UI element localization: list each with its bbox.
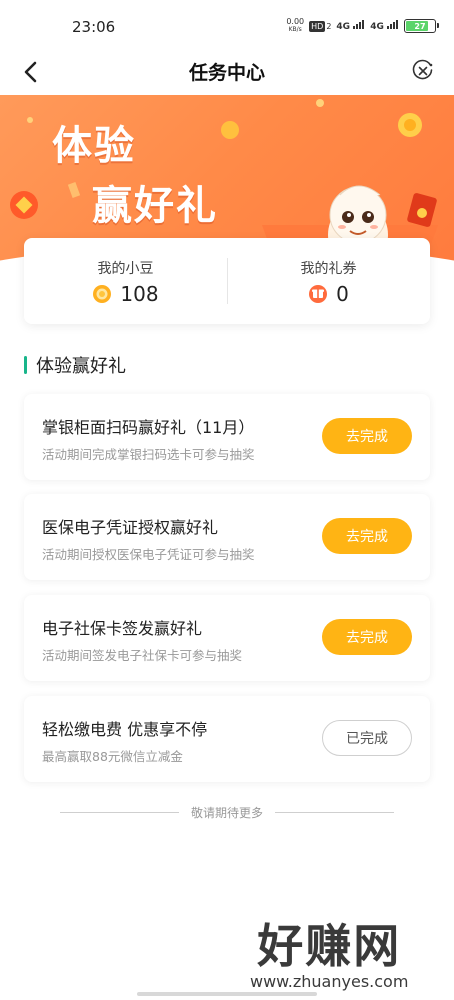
task-title: 轻松缴电费 优惠享不停: [42, 720, 208, 739]
net-speed-unit: KB/s: [288, 26, 302, 33]
completed-button[interactable]: 已完成: [322, 720, 412, 756]
more-coming-text: 敬请期待更多: [191, 805, 264, 820]
divider-line: [60, 811, 179, 813]
divider-line: [275, 811, 395, 813]
signal-label-1: 4G: [336, 22, 351, 32]
points-card: 我的小豆 108 我的礼券 0: [24, 238, 430, 324]
status-time: 23:06: [72, 18, 116, 36]
home-indicator[interactable]: [137, 992, 317, 996]
net-speed-value: 0.00: [286, 17, 305, 26]
bean-icon: [93, 285, 112, 303]
watermark-main: 好赚网: [257, 919, 402, 973]
task-desc: 活动期间完成掌银扫码选卡可参与抽奖: [42, 447, 255, 462]
status-bar: 23:06 0.00 KB/s HD 2 4G 4G 27: [0, 0, 454, 50]
task-card[interactable]: 医保电子凭证授权赢好礼 活动期间授权医保电子凭证可参与抽奖 去完成: [24, 494, 430, 580]
section-title: 体验赢好礼: [36, 356, 126, 377]
coupons-panel[interactable]: 我的礼券 0: [227, 238, 430, 324]
task-desc: 最高赢取88元微信立减金: [42, 749, 183, 764]
watermark-url: www.zhuanyes.com: [250, 972, 409, 991]
coupons-label: 我的礼券: [300, 261, 357, 277]
close-circle-icon: [412, 59, 433, 80]
beans-value: 108: [120, 282, 159, 306]
signal-label-2: 4G: [370, 22, 384, 32]
task-card[interactable]: 电子社保卡签发赢好礼 活动期间签发电子社保卡可参与抽奖 去完成: [24, 595, 430, 681]
watermark: 好赚网 www.zhuanyes.com: [250, 910, 408, 991]
close-button[interactable]: [410, 58, 436, 84]
net-speed: 0.00 KB/s: [286, 18, 304, 34]
go-complete-button[interactable]: 去完成: [322, 418, 412, 454]
beans-value-row: 108: [24, 282, 227, 306]
go-complete-button[interactable]: 去完成: [322, 518, 412, 554]
beans-panel[interactable]: 我的小豆 108: [24, 238, 227, 324]
coupon-icon: [309, 285, 328, 303]
signal-bars-icon: [353, 20, 365, 29]
task-title: 电子社保卡签发赢好礼: [42, 619, 203, 638]
task-desc: 活动期间授权医保电子凭证可参与抽奖: [42, 547, 255, 562]
coupons-value-row: 0: [227, 282, 430, 306]
hd-icon: HD: [309, 20, 326, 32]
status-icons: 0.00 KB/s HD 2 4G 4G 27: [286, 18, 439, 34]
battery-icon: 27: [404, 19, 439, 33]
task-title: 掌银柜面扫码赢好礼（11月）: [42, 418, 255, 437]
go-complete-button[interactable]: 去完成: [322, 619, 412, 655]
hd-sub: 2: [326, 21, 332, 31]
task-desc: 活动期间签发电子社保卡可参与抽奖: [42, 648, 243, 663]
beans-label: 我的小豆: [97, 261, 154, 277]
task-title: 医保电子凭证授权赢好礼: [42, 518, 219, 537]
section-header: 体验赢好礼: [24, 352, 126, 378]
more-coming-divider: 敬请期待更多: [60, 802, 395, 822]
battery-level: 27: [414, 21, 426, 31]
page-title: 任务中心: [188, 62, 265, 84]
nav-bar: 任务中心: [0, 50, 454, 95]
signal-4g-icon-2: 4G: [370, 20, 399, 32]
coupons-value: 0: [336, 282, 349, 306]
task-card[interactable]: 掌银柜面扫码赢好礼（11月） 活动期间完成掌银扫码选卡可参与抽奖 去完成: [24, 394, 430, 480]
signal-bars-icon: [387, 20, 398, 29]
section-accent-bar: [24, 356, 27, 374]
banner-title-line2: 赢好礼: [92, 183, 218, 229]
signal-4g-icon: 4G: [336, 20, 365, 32]
banner-title-line1: 体验: [52, 123, 136, 169]
hd-label: HD: [311, 21, 324, 31]
task-card[interactable]: 轻松缴电费 优惠享不停 最高赢取88元微信立减金 已完成: [24, 696, 430, 782]
